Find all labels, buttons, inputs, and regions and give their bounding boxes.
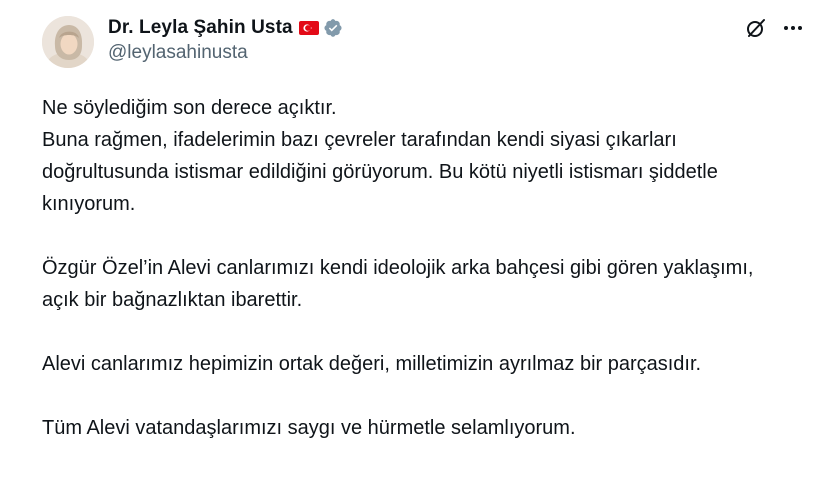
post-paragraph: Ne söylediğim son derece açıktır. Buna r… <box>42 97 718 215</box>
post-paragraph: Özgür Özel’in Alevi canlarımızı kendi id… <box>42 257 754 311</box>
author-display-name[interactable]: Dr. Leyla Şahin Usta <box>108 17 293 39</box>
avatar[interactable] <box>42 16 94 68</box>
post-paragraph: Tüm Alevi vatandaşlarımızı saygı ve hürm… <box>42 417 576 439</box>
post-paragraph: Alevi canlarımız hepimizin ortak değeri,… <box>42 353 702 375</box>
grok-icon[interactable] <box>744 16 768 40</box>
verified-badge-icon[interactable] <box>323 18 343 38</box>
turkey-flag-icon <box>298 21 319 35</box>
author-name-row[interactable]: Dr. Leyla Şahin Usta <box>108 16 343 40</box>
more-icon[interactable] <box>781 16 805 40</box>
author-handle[interactable]: @leylasahinusta <box>108 42 248 64</box>
post: Dr. Leyla Şahin Usta @leylasahinusta Ne … <box>0 0 818 493</box>
post-text: Ne söylediğim son derece açıktır. Buna r… <box>42 92 782 476</box>
